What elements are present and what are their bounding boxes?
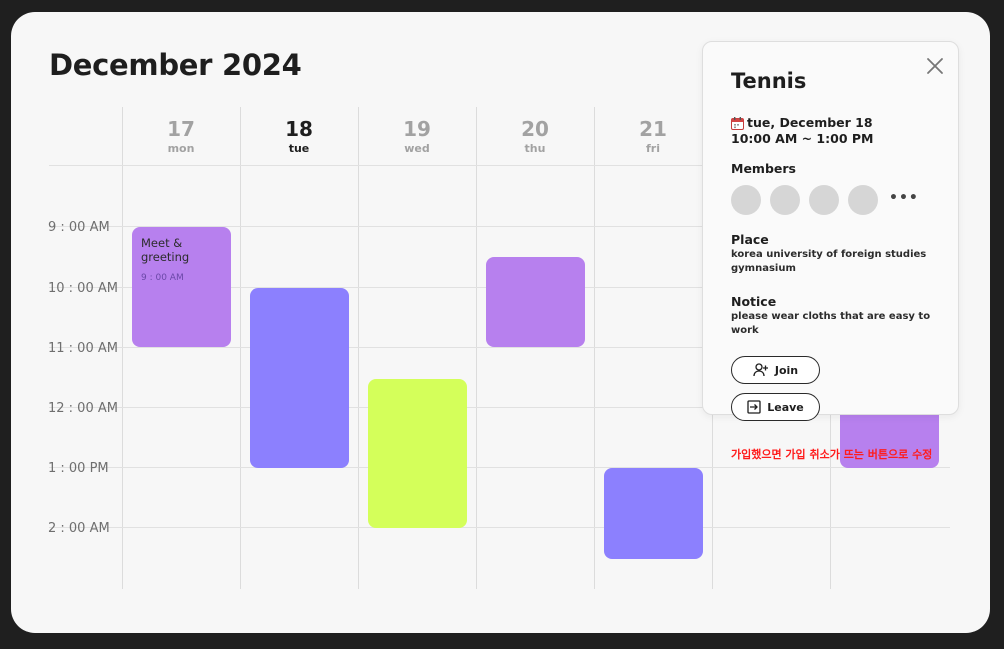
event-title: Meet & greeting: [141, 236, 190, 264]
close-icon[interactable]: [923, 54, 947, 78]
popup-datetime: tue, December 18 10:00 AM ~ 1:00 PM: [731, 115, 873, 147]
event-meet-greeting[interactable]: Meet & greeting 9 : 00 AM: [132, 227, 231, 347]
event-detail-popup: Tennis tue, December 18 10:00 AM ~ 1:00 …: [702, 41, 959, 421]
day-number: 21: [639, 117, 667, 141]
time-label: 12 : 00 AM: [48, 401, 118, 416]
time-label: 11 : 00 AM: [48, 341, 118, 356]
popup-time-range: 10:00 AM ~ 1:00 PM: [731, 131, 874, 146]
time-label: 9 : 00 AM: [48, 220, 110, 235]
day-name: thu: [524, 142, 546, 155]
join-button[interactable]: Join: [731, 356, 820, 384]
avatar[interactable]: [770, 185, 800, 215]
avatar[interactable]: [731, 185, 761, 215]
avatar[interactable]: [848, 185, 878, 215]
day-name: tue: [288, 142, 310, 155]
day-name: fri: [646, 142, 660, 155]
popup-title: Tennis: [731, 69, 807, 93]
grid-vline: [476, 107, 477, 589]
day-header-thu[interactable]: 20 thu: [476, 116, 594, 156]
popup-date: tue, December 18: [747, 115, 873, 130]
day-number: 18: [285, 117, 313, 141]
event-block-fri[interactable]: [604, 468, 703, 559]
day-header-wed[interactable]: 19 wed: [358, 116, 476, 156]
grid-hline: [49, 527, 950, 528]
day-number: 19: [403, 117, 431, 141]
add-user-icon: [753, 363, 768, 377]
members-more-icon[interactable]: •••: [889, 190, 919, 206]
members-label: Members: [731, 161, 796, 176]
event-block-thu[interactable]: [486, 257, 585, 347]
grid-vline: [240, 107, 241, 589]
time-label: 2 : 00 AM: [48, 521, 110, 536]
annotation-note: 가입했으면 가입 취소가 뜨는 버튼으로 수정: [731, 448, 933, 461]
calendar-icon: [731, 116, 744, 130]
leave-button[interactable]: Leave: [731, 393, 820, 421]
avatar[interactable]: [809, 185, 839, 215]
notice-label: Notice: [731, 294, 777, 309]
day-name: mon: [167, 142, 195, 155]
join-label: Join: [774, 363, 799, 377]
day-name: wed: [404, 142, 430, 155]
day-header-fri[interactable]: 21 fri: [594, 116, 712, 156]
exit-icon: [747, 400, 761, 414]
grid-vline: [358, 107, 359, 589]
time-label: 10 : 00 AM: [48, 281, 118, 296]
place-text: korea university of foreign studies gymn…: [731, 249, 927, 274]
day-number: 20: [521, 117, 549, 141]
time-label: 1 : 00 PM: [48, 461, 109, 476]
day-number: 17: [167, 117, 195, 141]
event-time: 9 : 00 AM: [141, 273, 184, 283]
calendar-card: December 2024 17 mon 18 tue 19 wed 20 th…: [11, 12, 990, 633]
day-header-tue[interactable]: 18 tue: [240, 116, 358, 156]
event-block-tue[interactable]: [250, 288, 349, 468]
place-label: Place: [731, 232, 769, 247]
grid-vline: [594, 107, 595, 589]
notice-text: please wear cloths that are easy to work: [731, 311, 931, 336]
leave-label: Leave: [767, 400, 804, 414]
grid-hline: [49, 467, 950, 468]
day-header-mon[interactable]: 17 mon: [122, 116, 240, 156]
event-block-wed[interactable]: [368, 379, 467, 528]
